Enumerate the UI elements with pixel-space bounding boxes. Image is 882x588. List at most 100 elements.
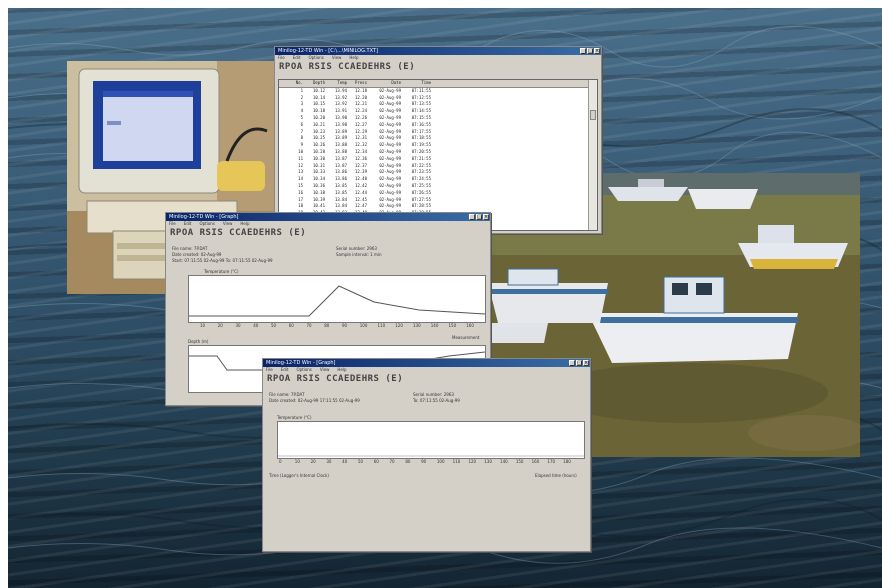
table-cell: 10.23 (312, 128, 325, 134)
log-table-window[interactable]: Minilog-12-TD Win - [C:\...\MINILOG.TXT]… (274, 46, 602, 234)
dual-graph-titlebar[interactable]: Minilog-12-TD Win - [Graph] _ □ × (166, 213, 490, 221)
table-header-row: No. Depth Temp Press Date Time (279, 80, 597, 88)
table-row[interactable]: 7 10.23 13.89 12.29 02-Aug-99 07:17:55 (279, 129, 597, 136)
table-row[interactable]: 12 10.31 13.87 12.37 02-Aug-99 07:22:55 (279, 163, 597, 170)
x-tick-label: 100 (436, 459, 445, 464)
x-tick-label: 60 (288, 323, 294, 328)
table-cell: 13.89 (334, 128, 347, 134)
info-interval: Sample interval: 1 min (336, 252, 382, 257)
table-row[interactable]: 16 10.38 13.85 12.44 02-Aug-99 07:26:55 (279, 190, 597, 197)
menu-view[interactable]: View (332, 55, 342, 61)
maximize-icon[interactable]: □ (476, 214, 482, 220)
x-tick-label: 70 (389, 459, 395, 464)
minimize-icon[interactable]: _ (469, 214, 475, 220)
x-tick-label: 30 (326, 459, 332, 464)
table-row[interactable]: 13 10.33 13.86 12.39 02-Aug-99 07:23:55 (279, 169, 597, 176)
table-cell: 07:27:55 (411, 196, 431, 202)
table-cell: 13 (298, 169, 303, 175)
close-icon[interactable]: × (594, 48, 600, 54)
col-date[interactable]: Date (367, 80, 401, 87)
maximize-icon[interactable]: □ (587, 48, 593, 54)
col-time[interactable]: Time (401, 80, 431, 87)
menu-file[interactable]: File (266, 367, 273, 373)
table-cell: 02-Aug-99 (379, 108, 401, 114)
table-cell: 13.90 (334, 114, 347, 120)
x-tick-label: 120 (468, 459, 477, 464)
table-cell: 10.38 (312, 189, 325, 195)
col-temp[interactable]: Temp (325, 80, 347, 87)
table-cell: 07:23:55 (411, 169, 431, 175)
table-cell: 17 (298, 196, 303, 202)
col-depth[interactable]: Depth (303, 80, 325, 87)
table-cell: 10.39 (312, 196, 325, 202)
maximize-icon[interactable]: □ (576, 360, 582, 366)
table-cell: 10.21 (312, 121, 325, 127)
menu-edit[interactable]: Edit (184, 221, 192, 227)
minimize-icon[interactable]: _ (580, 48, 586, 54)
menu-options[interactable]: Options (296, 367, 311, 373)
table-row[interactable]: 14 10.34 13.86 12.40 02-Aug-99 07:24:55 (279, 176, 597, 183)
table-cell: 07:28:55 (411, 203, 431, 209)
table-cell: 13.85 (334, 182, 347, 188)
menu-options[interactable]: Options (199, 221, 214, 227)
menu-edit[interactable]: Edit (293, 55, 301, 61)
table-row[interactable]: 18 10.41 13.84 12.47 02-Aug-99 07:28:55 (279, 203, 597, 210)
x-tick-label: 80 (405, 459, 411, 464)
temperature-graph[interactable] (188, 275, 486, 323)
table-cell: 10.12 (312, 87, 325, 93)
single-graph-titlebar[interactable]: Minilog-12-TD Win - [Graph] _ □ × (263, 359, 590, 367)
table-cell: 07:21:55 (411, 155, 431, 161)
menu-options[interactable]: Options (308, 55, 323, 61)
menu-help[interactable]: Help (349, 55, 358, 61)
close-icon[interactable]: × (583, 360, 589, 366)
x-tick-label: 0 (279, 459, 282, 464)
menu-edit[interactable]: Edit (281, 367, 289, 373)
temperature-graph-empty[interactable] (277, 421, 585, 459)
table-cell: 12.42 (354, 182, 367, 188)
menu-view[interactable]: View (320, 367, 330, 373)
x-axis-label: Measurement (452, 335, 480, 340)
table-row[interactable]: 4 10.18 13.91 12.24 02-Aug-99 07:14:55 (279, 108, 597, 115)
col-press[interactable]: Press (347, 80, 367, 87)
menu-view[interactable]: View (223, 221, 233, 227)
table-row[interactable]: 1 10.12 13.94 12.18 02-Aug-99 07:11:55 (279, 88, 597, 95)
table-cell: 9 (300, 142, 303, 148)
table-row[interactable]: 6 10.21 13.90 12.27 02-Aug-99 07:16:55 (279, 122, 597, 129)
table-row[interactable]: 5 10.20 13.90 12.26 02-Aug-99 07:15:55 (279, 115, 597, 122)
single-graph-window[interactable]: Minilog-12-TD Win - [Graph] _ □ × File E… (262, 358, 591, 552)
table-row[interactable]: 2 10.14 13.92 12.20 02-Aug-99 07:12:55 (279, 95, 597, 102)
table-row[interactable]: 3 10.15 13.92 12.21 02-Aug-99 07:13:55 (279, 101, 597, 108)
table-cell: 07:24:55 (411, 176, 431, 182)
minimize-icon[interactable]: _ (569, 360, 575, 366)
table-cell: 02-Aug-99 (379, 135, 401, 141)
menu-help[interactable]: Help (337, 367, 346, 373)
table-cell: 02-Aug-99 (379, 148, 401, 154)
table-row[interactable]: 15 10.36 13.85 12.42 02-Aug-99 07:25:55 (279, 183, 597, 190)
x-tick-label: 90 (421, 459, 427, 464)
x-tick-label: 150 (448, 323, 457, 328)
table-row[interactable]: 11 10.30 13.87 12.36 02-Aug-99 07:21:55 (279, 156, 597, 163)
menu-file[interactable]: File (278, 55, 285, 61)
col-no[interactable]: No. (279, 80, 303, 87)
table-cell: 02-Aug-99 (379, 182, 401, 188)
table-row[interactable]: 17 10.39 13.84 12.45 02-Aug-99 07:27:55 (279, 197, 597, 204)
table-row[interactable]: 8 10.25 13.89 12.31 02-Aug-99 07:18:55 (279, 135, 597, 142)
x-tick-label: 20 (217, 323, 223, 328)
menu-file[interactable]: File (169, 221, 176, 227)
table-row[interactable]: 9 10.26 13.88 12.32 02-Aug-99 07:19:55 (279, 142, 597, 149)
depth-graph-title: Depth (m) (188, 339, 209, 344)
log-table-titlebar[interactable]: Minilog-12-TD Win - [C:\...\MINILOG.TXT]… (275, 47, 601, 55)
table-row[interactable]: 10 10.28 13.88 12.34 02-Aug-99 07:20:55 (279, 149, 597, 156)
empty-graph-svg (278, 455, 584, 457)
table-scrollbar[interactable] (588, 80, 597, 230)
close-icon[interactable]: × (483, 214, 489, 220)
footer-left-label: Time (Logger's Internal Clock) (269, 473, 329, 478)
table-cell: 10.18 (312, 108, 325, 114)
x-tick-label: 90 (342, 323, 348, 328)
x-tick-label: 40 (253, 323, 259, 328)
log-data-table[interactable]: No. Depth Temp Press Date Time 1 10.12 13.… (278, 79, 598, 231)
info-file-name: File name: 7P.DAT (269, 392, 305, 397)
menu-help[interactable]: Help (240, 221, 249, 227)
table-cell: 07:11:55 (411, 87, 431, 93)
scrollbar-thumb[interactable] (590, 110, 596, 120)
